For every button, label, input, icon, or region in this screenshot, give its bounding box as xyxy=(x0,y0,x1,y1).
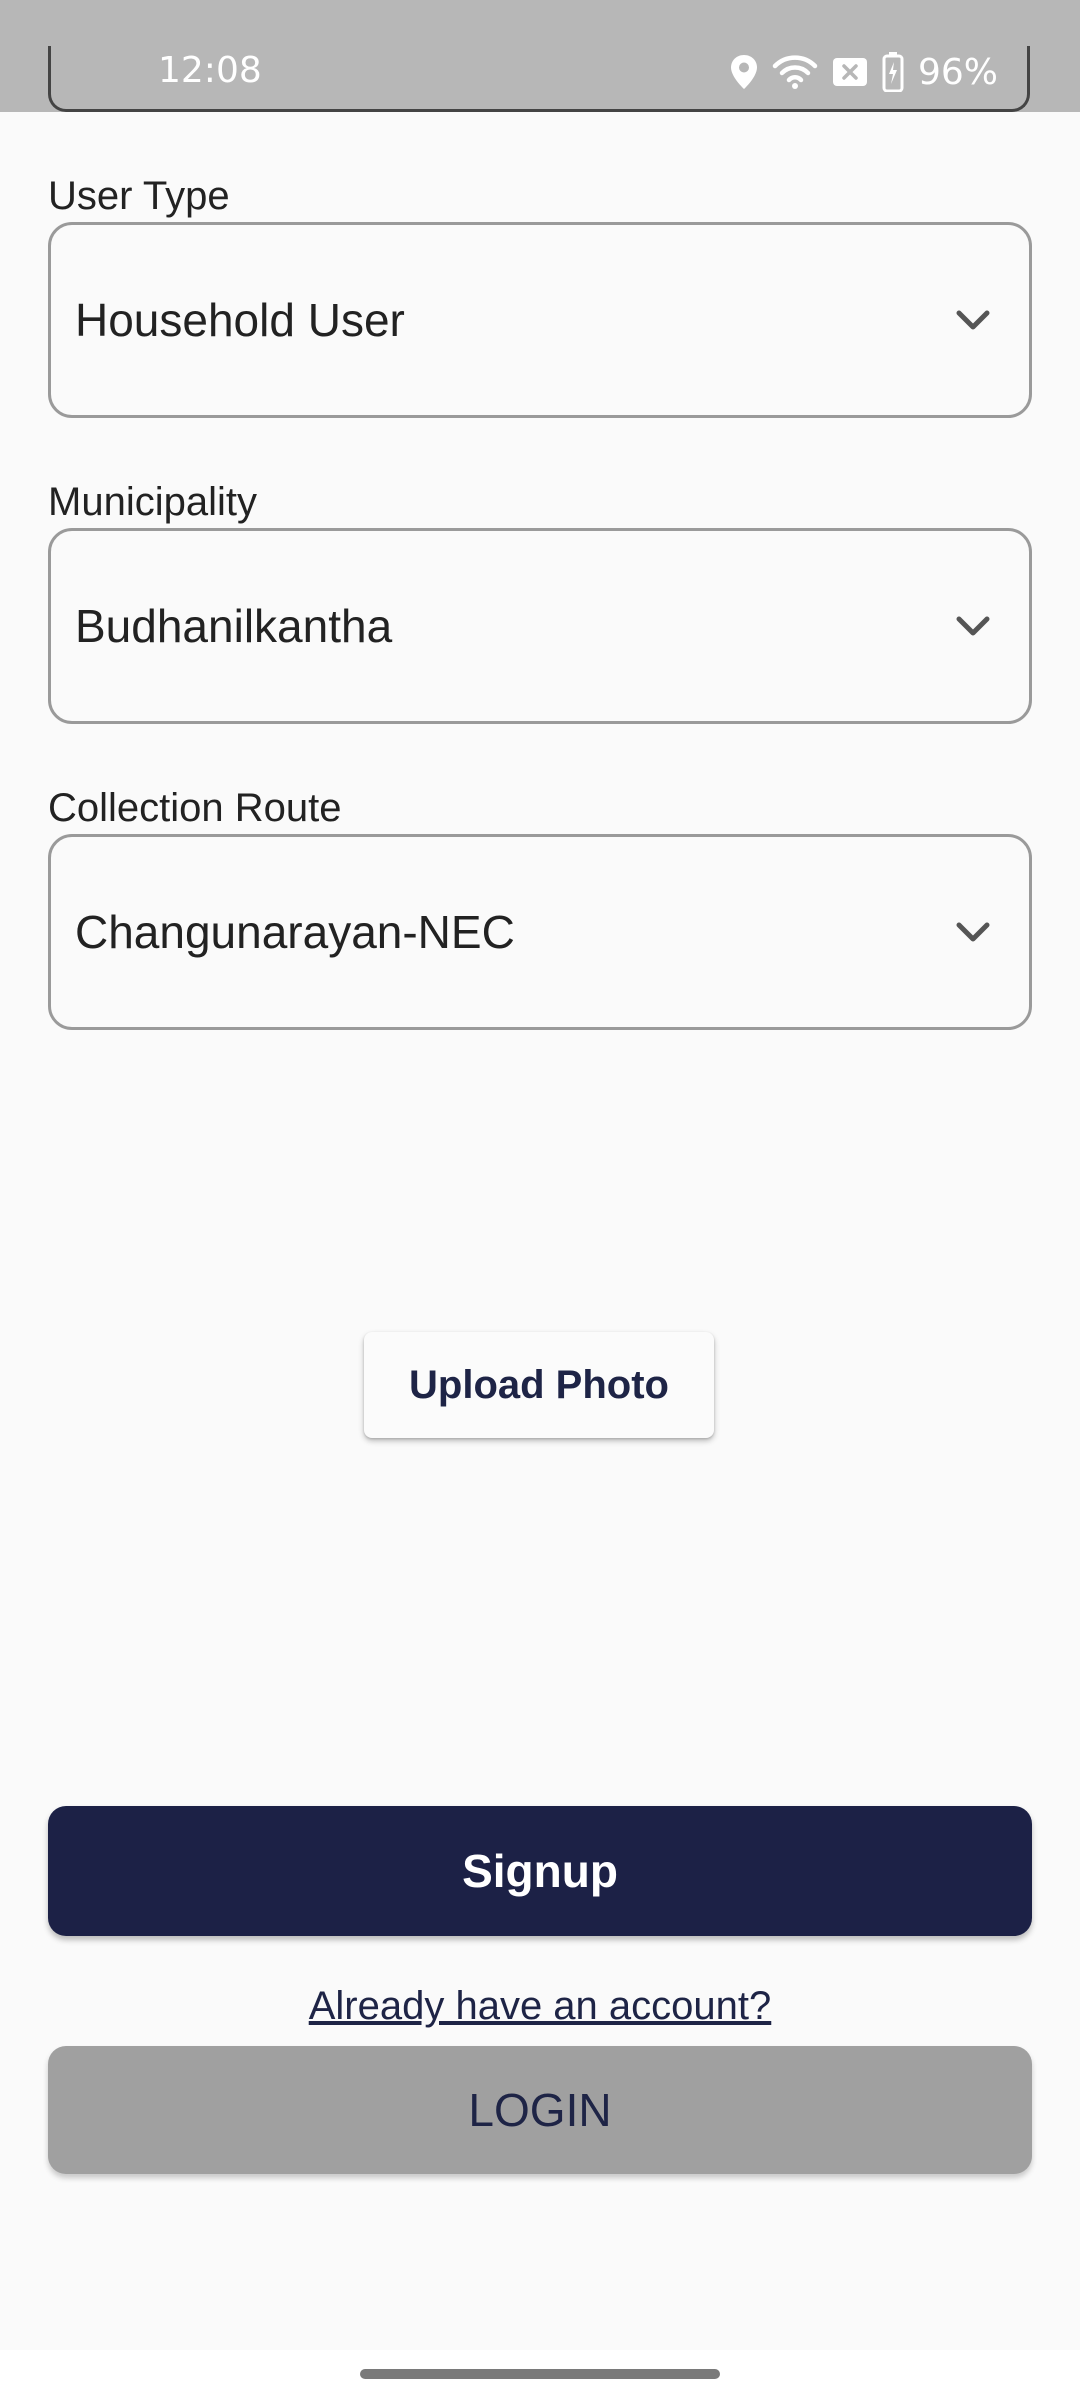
login-button[interactable]: LOGIN xyxy=(48,2046,1032,2174)
signup-button[interactable]: Signup xyxy=(48,1806,1032,1936)
wifi-icon xyxy=(772,54,818,90)
no-sim-icon xyxy=(832,57,868,87)
home-indicator[interactable] xyxy=(360,2369,720,2379)
battery-percent: 96% xyxy=(917,51,998,93)
municipality-value: Budhanilkantha xyxy=(75,600,393,652)
user-type-value: Household User xyxy=(75,294,405,346)
user-type-select[interactable]: Household User xyxy=(48,222,1032,418)
collection-route-label: Collection Route xyxy=(48,786,342,830)
status-time: 12:08 xyxy=(158,50,262,91)
chevron-down-icon xyxy=(953,303,993,337)
municipality-select[interactable]: Budhanilkantha xyxy=(48,528,1032,724)
municipality-label: Municipality xyxy=(48,480,257,524)
status-bar: 12:08 96% xyxy=(0,0,1080,112)
battery-charging-icon xyxy=(882,52,904,92)
collection-route-value: Changunarayan-NEC xyxy=(75,906,515,958)
upload-photo-button[interactable]: Upload Photo xyxy=(364,1332,714,1438)
chevron-down-icon xyxy=(953,609,993,643)
collection-route-select[interactable]: Changunarayan-NEC xyxy=(48,834,1032,1030)
user-type-label: User Type xyxy=(48,174,230,218)
chevron-down-icon xyxy=(953,915,993,949)
status-icons: 96% xyxy=(730,50,998,94)
location-icon xyxy=(730,54,758,90)
already-have-account-link[interactable]: Already have an account? xyxy=(0,1984,1080,2029)
